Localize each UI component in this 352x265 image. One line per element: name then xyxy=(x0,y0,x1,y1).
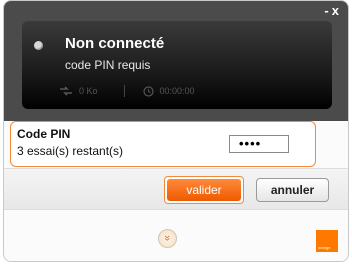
status-subtitle: code PIN requis xyxy=(65,58,151,72)
action-bar: valider annuler xyxy=(4,169,348,209)
title-bar: -x Non connecté code PIN requis 0 Ko 00:… xyxy=(4,1,348,121)
pin-entry-box: Code PIN 3 essai(s) restant(s) •••• xyxy=(10,121,316,167)
pin-input[interactable]: •••• xyxy=(229,135,289,153)
validate-button-label: valider xyxy=(167,179,241,201)
footer: » orange xyxy=(4,210,348,261)
status-title: Non connecté xyxy=(65,35,165,52)
stats-divider xyxy=(123,85,125,97)
orange-logo: orange xyxy=(316,230,338,252)
expand-button[interactable]: » xyxy=(158,229,177,248)
close-button[interactable]: x xyxy=(332,3,342,18)
transfer-arrows-icon xyxy=(60,86,72,96)
minimize-button[interactable]: - xyxy=(324,3,331,18)
pin-attempts-remaining: 3 essai(s) restant(s) xyxy=(17,144,124,158)
chevron-double-down-icon: » xyxy=(161,234,174,242)
validate-button[interactable]: valider xyxy=(164,176,244,204)
brand-logo-text: orange xyxy=(318,245,331,250)
status-indicator-icon xyxy=(34,41,43,50)
window-controls: -x xyxy=(324,3,342,18)
app-window: -x Non connecté code PIN requis 0 Ko 00:… xyxy=(3,0,349,262)
pin-label: Code PIN xyxy=(17,127,71,141)
stats-row: 0 Ko 00:00:00 xyxy=(59,84,195,98)
data-transferred: 0 Ko xyxy=(79,86,98,96)
cancel-button[interactable]: annuler xyxy=(256,178,329,202)
connection-duration: 00:00:00 xyxy=(159,86,195,96)
clock-icon xyxy=(142,85,154,97)
connection-status-panel: Non connecté code PIN requis 0 Ko 00:00:… xyxy=(22,21,332,109)
